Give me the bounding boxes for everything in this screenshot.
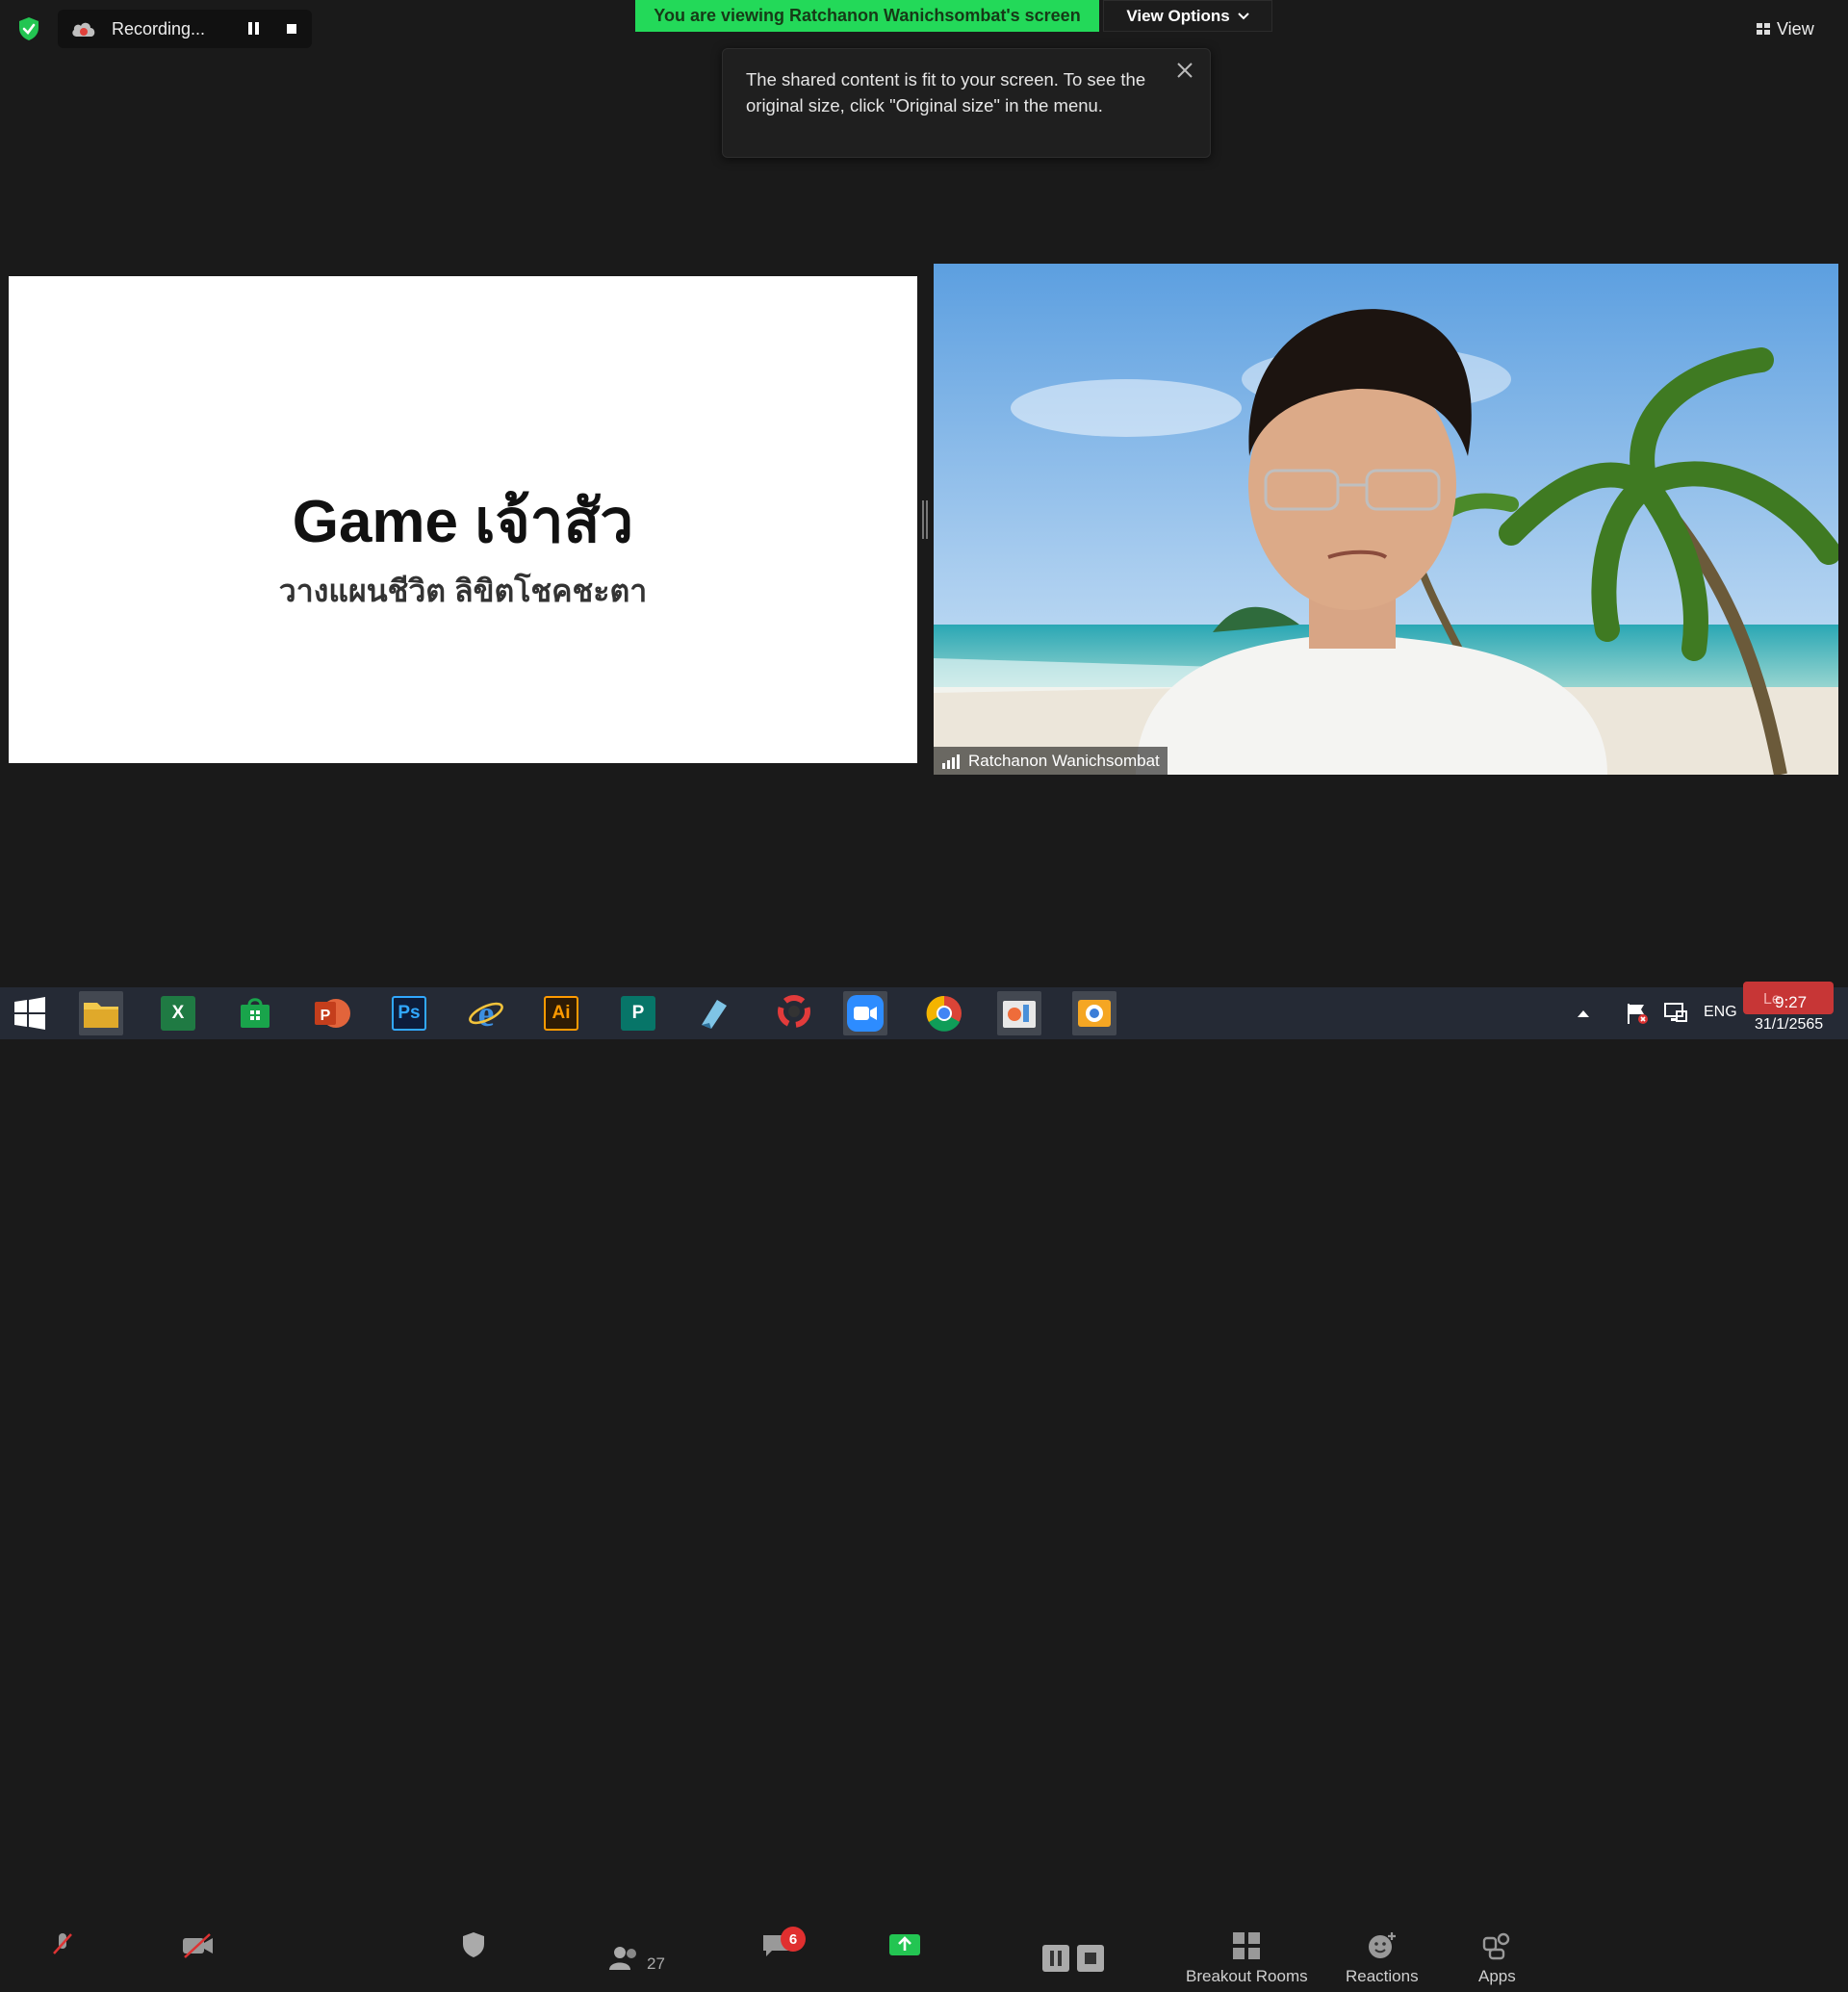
viewing-screen-banner: You are viewing Ratchanon Wanichsombat's… xyxy=(635,0,1099,32)
apps-button[interactable]: Apps xyxy=(1478,1930,1516,1992)
publisher-tile: P xyxy=(621,996,655,1031)
illustrator-icon[interactable]: Ai xyxy=(539,991,583,1035)
edge-legacy-icon[interactable] xyxy=(691,991,735,1035)
participant-video-tile[interactable]: Ratchanon Wanichsombat xyxy=(934,264,1838,775)
participants-icon xyxy=(609,1947,636,1970)
cloud-recording-icon xyxy=(69,17,98,40)
slide-subtitle: วางแผนชีวิต ลิขิตโชคชะตา xyxy=(278,574,648,608)
mute-button[interactable] xyxy=(48,1930,77,1992)
clock-time[interactable]: 9:27 xyxy=(1775,993,1807,1012)
breakout-rooms-button[interactable]: Breakout Rooms xyxy=(1186,1930,1308,1992)
start-icon[interactable] xyxy=(8,991,52,1035)
snip-icon[interactable] xyxy=(1072,991,1116,1035)
reactions-label: Reactions xyxy=(1346,1967,1419,1985)
video-button[interactable] xyxy=(181,1930,216,1992)
participants-count: 27 xyxy=(647,1954,665,1973)
stop-icon xyxy=(1077,1945,1104,1972)
action-center-flag-icon[interactable] xyxy=(1621,991,1654,1035)
recording-status-bar: Recording... xyxy=(58,10,312,48)
share-screen-icon xyxy=(889,1934,920,1955)
publisher-icon[interactable]: P xyxy=(616,991,660,1035)
windows-taskbar: X P Ps e Ai P xyxy=(0,987,1848,1039)
zoom-icon[interactable] xyxy=(843,991,887,1035)
slide-title: Game เจ้าสัว xyxy=(292,489,634,555)
participant-name-tag: Ratchanon Wanichsombat xyxy=(934,747,1168,775)
microphone-muted-icon xyxy=(53,1933,72,1954)
powerpoint-icon[interactable]: P xyxy=(310,991,354,1035)
tooltip-text: The shared content is fit to your screen… xyxy=(746,69,1146,115)
internet-explorer-icon[interactable]: e xyxy=(464,991,508,1035)
svg-text:e: e xyxy=(478,994,495,1033)
participants-button[interactable]: 27 xyxy=(608,1930,665,1992)
pause-icon xyxy=(1042,1945,1069,1972)
network-icon[interactable] xyxy=(1659,991,1692,1035)
input-language-indicator[interactable]: ENG xyxy=(1704,1004,1737,1021)
apps-label: Apps xyxy=(1478,1967,1516,1985)
tray-overflow-chevron-icon[interactable] xyxy=(1569,991,1598,1035)
photoshop-icon[interactable]: Ps xyxy=(387,991,431,1035)
pause-stop-recording-button[interactable] xyxy=(1041,1930,1105,1992)
participant-video-image xyxy=(934,264,1838,775)
illustrator-tile: Ai xyxy=(544,996,578,1031)
chrome-icon[interactable] xyxy=(922,991,966,1035)
grid-view-icon xyxy=(1757,23,1770,35)
participant-name: Ratchanon Wanichsombat xyxy=(968,751,1160,770)
store-icon[interactable] xyxy=(233,991,277,1035)
chevron-down-icon xyxy=(1237,12,1249,19)
stop-recording-button[interactable] xyxy=(281,19,302,38)
close-icon[interactable] xyxy=(1173,59,1196,82)
security-shield-icon[interactable] xyxy=(15,15,42,42)
photoshop-tile: Ps xyxy=(392,996,426,1031)
svg-text:P: P xyxy=(321,1008,331,1024)
shield-icon xyxy=(463,1932,484,1957)
excel-tile: X xyxy=(161,996,195,1031)
apps-icon xyxy=(1483,1932,1510,1960)
clock-date[interactable]: 31/1/2565 xyxy=(1755,1016,1823,1034)
shared-screen-slide: Game เจ้าสัว วางแผนชีวิต ลิขิตโชคชะตา xyxy=(9,276,917,763)
view-options-label: View Options xyxy=(1126,6,1230,25)
security-button[interactable] xyxy=(460,1930,487,1992)
panel-splitter-handle[interactable] xyxy=(922,500,928,539)
breakout-rooms-icon xyxy=(1233,1932,1261,1959)
breakout-rooms-label: Breakout Rooms xyxy=(1186,1967,1308,1985)
signal-strength-icon xyxy=(942,753,960,769)
view-label: View xyxy=(1777,18,1814,38)
excel-icon[interactable]: X xyxy=(156,991,200,1035)
chat-unread-badge: 6 xyxy=(781,1927,806,1952)
share-screen-button[interactable] xyxy=(887,1930,922,1992)
video-camera-muted-icon xyxy=(183,1933,213,1958)
view-layout-button[interactable]: View xyxy=(1756,13,1836,44)
file-explorer-icon[interactable] xyxy=(79,991,123,1035)
recording-label: Recording... xyxy=(112,19,206,38)
fit-to-screen-tooltip: The shared content is fit to your screen… xyxy=(722,48,1211,158)
paint-icon[interactable] xyxy=(997,991,1041,1035)
reactions-icon xyxy=(1368,1932,1396,1958)
view-options-dropdown[interactable]: View Options xyxy=(1103,0,1272,32)
pause-recording-button[interactable] xyxy=(243,19,264,38)
reactions-button[interactable]: Reactions xyxy=(1346,1930,1419,1992)
photoscape-icon[interactable] xyxy=(772,991,816,1035)
